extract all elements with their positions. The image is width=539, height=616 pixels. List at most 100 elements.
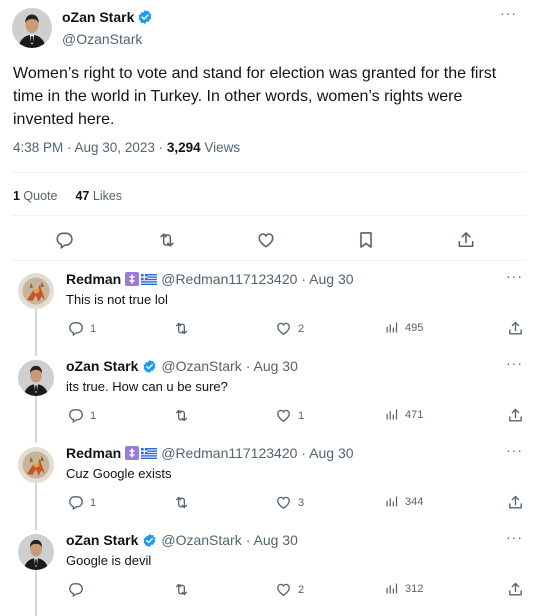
greece-flag-icon xyxy=(141,273,158,285)
like-button[interactable]: 1 xyxy=(275,407,304,424)
retweet-button[interactable] xyxy=(173,581,190,598)
bookmark-icon[interactable] xyxy=(356,230,376,250)
reply-date[interactable]: · Aug 30 xyxy=(246,532,298,548)
verified-badge-icon xyxy=(142,359,157,374)
avatar[interactable] xyxy=(18,360,54,396)
reply-tweet[interactable]: Redman @Redman117123420 · Aug 30 ··· Cuz… xyxy=(0,440,539,527)
like-icon xyxy=(275,320,292,337)
like-count: 1 xyxy=(298,409,305,422)
avatar[interactable] xyxy=(18,534,54,570)
more-options-icon[interactable]: ··· xyxy=(500,5,517,21)
reply-tweet[interactable]: oZan Stark @OzanStark · Aug 30 ··· Googl… xyxy=(0,527,539,614)
reply-header: oZan Stark @OzanStark · Aug 30 xyxy=(66,532,298,548)
views-count: 495 xyxy=(405,321,424,334)
share-icon xyxy=(507,320,524,337)
retweet-icon xyxy=(173,494,190,511)
views-count: 3,294 xyxy=(166,140,201,155)
reply-tweet[interactable]: Redman @Redman117123420 · Aug 30 ··· Thi… xyxy=(0,266,539,353)
retweet-icon[interactable] xyxy=(157,230,177,250)
views-icon xyxy=(384,581,399,596)
more-options-icon[interactable]: ··· xyxy=(506,355,523,371)
like-icon xyxy=(275,407,292,424)
reply-date[interactable]: · Aug 30 xyxy=(246,358,298,374)
like-count: 2 xyxy=(298,322,305,335)
share-button[interactable] xyxy=(507,494,524,511)
more-options-icon[interactable]: ··· xyxy=(506,442,523,458)
reply-icon[interactable] xyxy=(54,230,74,250)
views-button[interactable]: 495 xyxy=(384,320,423,335)
reply-count: 1 xyxy=(90,409,97,422)
author-handle[interactable]: @OzanStark xyxy=(161,358,241,374)
author-name[interactable]: Redman xyxy=(66,445,121,461)
reply-actions: 1 2 495 xyxy=(0,320,539,338)
author-name[interactable]: oZan Stark xyxy=(62,9,134,25)
share-icon[interactable] xyxy=(456,230,476,250)
avatar[interactable] xyxy=(18,273,54,309)
reply-count: 1 xyxy=(90,322,97,335)
transgender-flag-icon xyxy=(125,272,140,286)
author-handle[interactable]: @OzanStark xyxy=(161,532,241,548)
reply-tweet[interactable]: oZan Stark @OzanStark · Aug 30 ··· its t… xyxy=(0,353,539,440)
retweet-button[interactable] xyxy=(173,320,190,337)
avatar[interactable] xyxy=(12,8,52,48)
views-button[interactable]: 344 xyxy=(384,494,423,509)
views-count: 471 xyxy=(405,408,424,421)
like-button[interactable]: 2 xyxy=(275,581,304,598)
like-count: 2 xyxy=(298,583,305,596)
reply-button[interactable]: 1 xyxy=(67,407,96,424)
retweet-button[interactable] xyxy=(173,407,190,424)
author-handle[interactable]: @OzanStark xyxy=(62,31,153,47)
more-options-icon[interactable]: ··· xyxy=(506,268,523,284)
views-icon xyxy=(384,494,399,509)
views-count: 312 xyxy=(405,582,424,595)
likes-link[interactable]: 47 Likes xyxy=(75,189,122,203)
reply-button[interactable]: 1 xyxy=(67,320,96,337)
like-icon[interactable] xyxy=(256,230,276,250)
author-handle[interactable]: @Redman117123420 xyxy=(161,445,297,461)
share-button[interactable] xyxy=(507,581,524,598)
author-name[interactable]: oZan Stark xyxy=(66,358,138,374)
author-name[interactable]: Redman xyxy=(66,271,121,287)
reply-button[interactable]: 1 xyxy=(67,494,96,511)
transgender-flag-icon xyxy=(125,446,140,460)
divider xyxy=(12,260,527,261)
likes-count: 47 xyxy=(75,189,90,203)
more-options-icon[interactable]: ··· xyxy=(506,529,523,545)
author-name-row[interactable]: oZan Stark xyxy=(62,9,153,25)
reply-text: Cuz Google exists xyxy=(66,466,172,481)
views-icon xyxy=(384,320,399,335)
like-count: 3 xyxy=(298,496,305,509)
tweet-actions xyxy=(0,230,539,252)
reply-date[interactable]: · Aug 30 xyxy=(301,445,353,461)
views-icon xyxy=(384,407,399,422)
views-button[interactable]: 471 xyxy=(384,407,423,422)
author-name[interactable]: oZan Stark xyxy=(66,532,138,548)
like-button[interactable]: 3 xyxy=(275,494,304,511)
quotes-count: 1 xyxy=(13,189,20,203)
like-icon xyxy=(275,581,292,598)
reply-icon xyxy=(67,407,84,424)
reply-header: Redman @Redman117123420 · Aug 30 xyxy=(66,271,354,287)
profile-flags xyxy=(125,272,158,286)
share-button[interactable] xyxy=(507,320,524,337)
divider xyxy=(12,215,527,216)
verified-badge-icon xyxy=(142,533,157,548)
reply-text: Google is devil xyxy=(66,553,152,568)
retweet-button[interactable] xyxy=(173,494,190,511)
tweet-timestamp[interactable]: 4:38 PM · Aug 30, 2023 · xyxy=(13,140,167,155)
share-icon xyxy=(507,407,524,424)
quotes-link[interactable]: 1 Quote xyxy=(13,189,57,203)
views-button[interactable]: 312 xyxy=(384,581,423,596)
like-icon xyxy=(275,494,292,511)
author-handle[interactable]: @Redman117123420 xyxy=(161,271,297,287)
like-button[interactable]: 2 xyxy=(275,320,304,337)
views-count: 344 xyxy=(405,495,424,508)
avatar[interactable] xyxy=(18,447,54,483)
greece-flag-icon xyxy=(141,447,158,459)
reply-text: its true. How can u be sure? xyxy=(66,379,228,394)
reply-date[interactable]: · Aug 30 xyxy=(301,271,353,287)
tweet-text: Women’s right to vote and stand for elec… xyxy=(13,65,497,128)
divider xyxy=(12,172,527,173)
reply-button[interactable] xyxy=(67,581,90,598)
share-button[interactable] xyxy=(507,407,524,424)
